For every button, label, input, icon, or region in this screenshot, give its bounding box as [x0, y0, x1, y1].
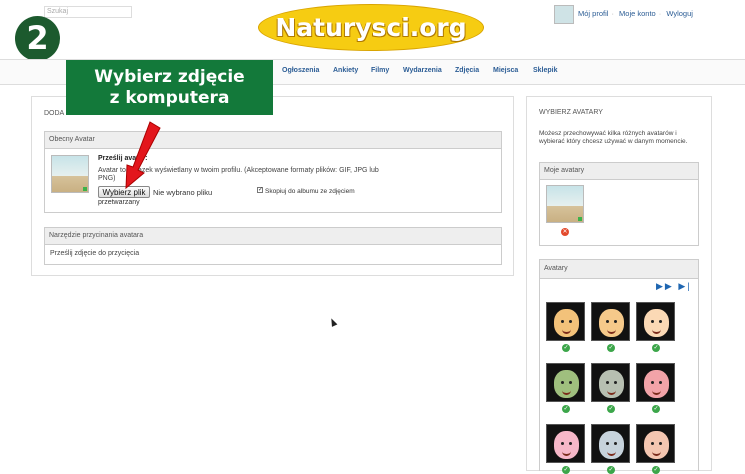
nav-item-ogloszenia[interactable]: Ogłoszenia	[282, 67, 319, 74]
avatar-smiling-man-icon[interactable]	[546, 302, 585, 341]
gallery-next-arrows-icon[interactable]: ▶▶ ▶|	[656, 281, 692, 292]
my-profile-link[interactable]: Mój profil	[578, 9, 608, 18]
banner-line-1: Wybierz zdjęcie	[94, 67, 245, 87]
banner-line-2: z komputera	[109, 88, 230, 108]
logout-link[interactable]: Wyloguj	[666, 9, 693, 18]
avatar-pink-face-icon[interactable]	[546, 424, 585, 463]
panel-title: DODA	[44, 110, 65, 117]
user-avatar-thumbnail[interactable]	[554, 5, 574, 24]
avatars-header: Avatary	[540, 260, 698, 279]
search-input[interactable]: Szukaj	[44, 6, 132, 18]
avatar-peach-face-icon[interactable]	[636, 424, 675, 463]
nav-item-wydarzenia[interactable]: Wydarzenia	[403, 67, 442, 74]
mouse-cursor-icon	[328, 317, 338, 327]
select-avatar-check-icon[interactable]: ✓	[562, 405, 570, 413]
copy-to-album-label: Skopiuj do albumu ze zdjęciem	[265, 188, 355, 195]
select-avatar-check-icon[interactable]: ✓	[607, 405, 615, 413]
select-avatar-check-icon[interactable]: ✓	[607, 344, 615, 352]
instruction-banner: Wybierz zdjęcie z komputera	[66, 60, 273, 115]
select-avatar-check-icon[interactable]: ✓	[607, 466, 615, 474]
red-arrow-icon	[125, 121, 161, 190]
crop-tool-text: Prześlij zdjęcie do przycięcia	[50, 250, 140, 257]
sidebar-description: Możesz przechowywać kilka różnych avatar…	[539, 130, 688, 145]
select-avatar-check-icon[interactable]: ✓	[652, 405, 660, 413]
nav-item-miejsca[interactable]: Miejsca	[493, 67, 518, 74]
step-number-badge: 2	[15, 16, 60, 61]
avatar-grey-face-icon[interactable]	[591, 424, 630, 463]
current-avatar-image	[51, 155, 89, 193]
current-avatar-header: Obecny Avatar	[45, 132, 501, 149]
file-status-subtext: przetwarzany	[98, 199, 140, 206]
select-avatar-check-icon[interactable]: ✓	[562, 344, 570, 352]
avatar-grey-hair-man-icon[interactable]	[591, 363, 630, 402]
avatar-glasses-man-icon[interactable]	[591, 302, 630, 341]
avatar-blonde-woman-icon[interactable]	[636, 302, 675, 341]
my-avatar-thumbnail[interactable]	[546, 185, 584, 223]
crop-tool-header: Narzędzie przycinania avatara	[45, 228, 501, 245]
avatar-pig-face-icon[interactable]	[636, 363, 675, 402]
nav-item-zdjecia[interactable]: Zdjęcia	[455, 67, 479, 74]
select-avatar-check-icon[interactable]: ✓	[652, 466, 660, 474]
my-avatars-header: Moje avatary	[540, 163, 698, 180]
avatar-sunglasses-man-icon[interactable]	[546, 363, 585, 402]
nav-item-ankiety[interactable]: Ankiety	[333, 67, 358, 74]
sidebar-title: WYBIERZ AVATARY	[539, 109, 603, 116]
select-avatar-check-icon[interactable]: ✓	[652, 344, 660, 352]
select-avatar-check-icon[interactable]: ✓	[562, 466, 570, 474]
nav-item-sklepik[interactable]: Sklepik	[533, 67, 558, 74]
crop-tool-box: Narzędzie przycinania avatara	[44, 227, 502, 265]
site-logo[interactable]: Naturysci.org	[258, 4, 484, 51]
delete-avatar-icon[interactable]: ✕	[561, 228, 569, 236]
copy-to-album-checkbox[interactable]: ✓	[257, 187, 263, 193]
user-menu: Mój profil · Moje konto · Wyloguj	[578, 9, 693, 18]
my-account-link[interactable]: Moje konto	[619, 9, 656, 18]
nav-item-filmy[interactable]: Filmy	[371, 67, 389, 74]
